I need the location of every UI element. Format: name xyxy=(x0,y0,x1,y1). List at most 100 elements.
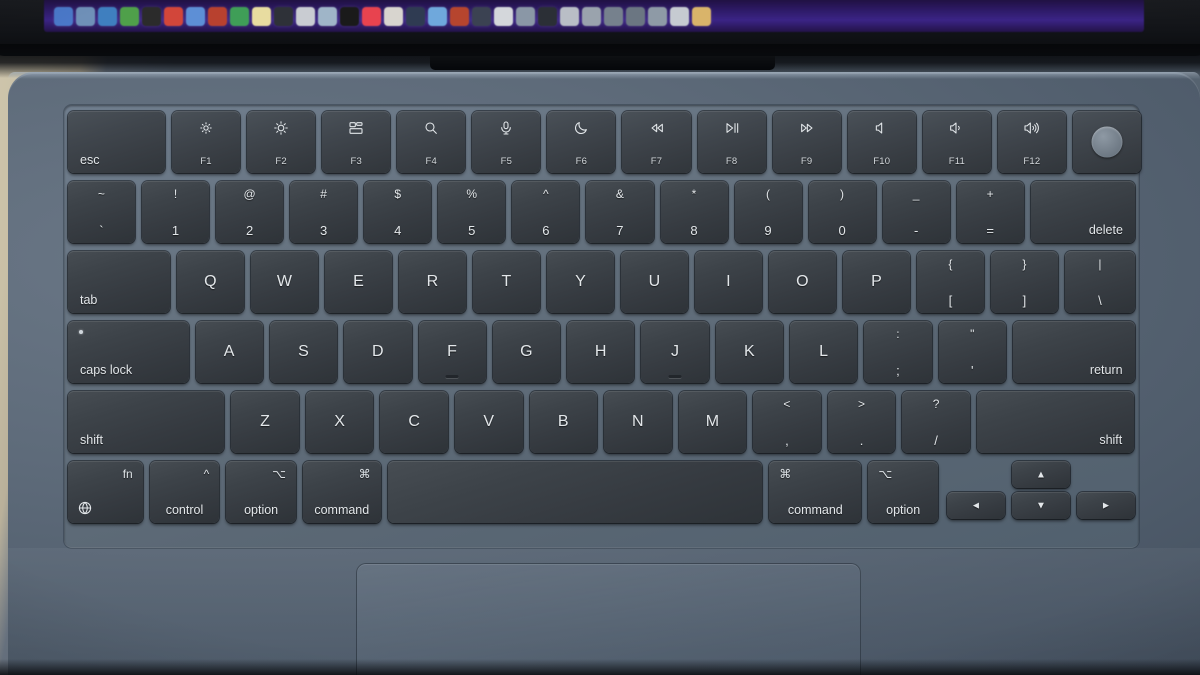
key-digit-6[interactable]: ^ 6 xyxy=(512,181,580,243)
key-digit-7[interactable]: & 7 xyxy=(586,181,654,243)
dock-icon-11[interactable] xyxy=(296,6,315,26)
key-comma-lessthan[interactable]: <, xyxy=(753,391,821,453)
key-f4[interactable]: F4 xyxy=(397,111,466,173)
key-key-e[interactable]: E xyxy=(325,251,392,313)
key-digit-8[interactable]: * 8 xyxy=(660,181,728,243)
key-key-v[interactable]: V xyxy=(455,391,523,453)
dock-icon-24[interactable] xyxy=(582,6,601,26)
key-option-right[interactable]: ⌥ option xyxy=(868,461,938,523)
key-bracket-left[interactable]: {[ xyxy=(917,251,984,313)
key-tilde-backtick[interactable]: ~ ` xyxy=(68,181,136,243)
dock-icon-3[interactable] xyxy=(120,6,139,26)
key-command-right[interactable]: ⌘ command xyxy=(769,461,862,523)
dock-icon-18[interactable] xyxy=(450,6,469,26)
key-digit-4[interactable]: $4 xyxy=(364,181,432,243)
dock-icon-8[interactable] xyxy=(230,6,249,26)
key-control[interactable]: ^ control xyxy=(149,461,220,523)
dock-icon-23[interactable] xyxy=(560,6,579,26)
key-key-m[interactable]: M xyxy=(678,391,747,453)
key-key-z[interactable]: Z xyxy=(231,391,299,453)
dock-icon-10[interactable] xyxy=(274,6,293,26)
dock-icon-4[interactable] xyxy=(142,6,161,26)
dock-icon-22[interactable] xyxy=(538,6,557,26)
key-f8[interactable]: F8 xyxy=(697,111,766,173)
key-quote-doublequote[interactable]: " ' xyxy=(938,321,1006,383)
key-key-k[interactable]: K xyxy=(715,321,784,383)
touch-id-sensor-icon[interactable] xyxy=(1091,126,1123,158)
key-key-s[interactable]: S xyxy=(269,321,338,383)
dock-icon-14[interactable] xyxy=(362,6,381,26)
key-f2[interactable]: F2 xyxy=(247,111,316,173)
key-key-o[interactable]: O xyxy=(769,251,836,313)
key-key-x[interactable]: X xyxy=(305,391,374,453)
dock-icon-9[interactable] xyxy=(252,6,271,26)
key-f3[interactable]: F3 xyxy=(322,111,391,173)
key-arrow-right[interactable]: ► xyxy=(1077,492,1135,519)
dock-icon-29[interactable] xyxy=(692,6,711,26)
key-caps-lock[interactable]: caps lock xyxy=(68,321,189,383)
dock-icon-5[interactable] xyxy=(164,6,183,26)
dock-icon-20[interactable] xyxy=(494,6,513,26)
key-key-j[interactable]: J xyxy=(641,321,709,383)
key-semicolon-colon[interactable]: :; xyxy=(864,321,932,383)
key-key-c[interactable]: C xyxy=(380,391,448,453)
key-arrow-up[interactable]: ▲ xyxy=(1012,461,1070,488)
key-fn-globe[interactable]: fn xyxy=(68,461,143,523)
key-f1[interactable]: F1 xyxy=(172,111,241,173)
key-key-f[interactable]: F xyxy=(418,321,486,383)
dock-icon-19[interactable] xyxy=(472,6,491,26)
key-key-p[interactable]: P xyxy=(843,251,910,313)
key-f10[interactable]: F10 xyxy=(847,111,916,173)
dock-icon-15[interactable] xyxy=(384,6,403,26)
dock-icon-0[interactable] xyxy=(54,6,73,26)
key-return[interactable]: return xyxy=(1013,321,1135,383)
key-command-left[interactable]: ⌘ command xyxy=(302,461,381,523)
key-key-q[interactable]: Q xyxy=(177,251,244,313)
dock-icon-21[interactable] xyxy=(516,6,535,26)
key-key-n[interactable]: N xyxy=(604,391,672,453)
key-key-g[interactable]: G xyxy=(492,321,561,383)
dock-icon-26[interactable] xyxy=(626,6,645,26)
dock-icon-17[interactable] xyxy=(428,6,447,26)
key-key-u[interactable]: U xyxy=(621,251,688,313)
key-key-r[interactable]: R xyxy=(399,251,466,313)
key-f9[interactable]: F9 xyxy=(772,111,841,173)
key-f11[interactable]: F11 xyxy=(922,111,991,173)
key-digit-9[interactable]: (9 xyxy=(734,181,802,243)
dock-icon-16[interactable] xyxy=(406,6,425,26)
dock-icon-25[interactable] xyxy=(604,6,623,26)
dock-icon-12[interactable] xyxy=(318,6,337,26)
key-f12[interactable]: F12 xyxy=(997,111,1066,173)
dock-icon-28[interactable] xyxy=(670,6,689,26)
key-digit-2[interactable]: @2 xyxy=(216,181,284,243)
key-arrow-left[interactable]: ◄ xyxy=(947,492,1005,519)
key-key-i[interactable]: I xyxy=(695,251,762,313)
key-key-b[interactable]: B xyxy=(529,391,598,453)
dock-icon-27[interactable] xyxy=(648,6,667,26)
key-minus-underscore[interactable]: _ - xyxy=(882,181,950,243)
key-slash-question[interactable]: ? / xyxy=(902,391,970,453)
key-key-h[interactable]: H xyxy=(567,321,635,383)
key-key-w[interactable]: W xyxy=(251,251,318,313)
dock-icon-1[interactable] xyxy=(76,6,95,26)
key-option-left[interactable]: ⌥ option xyxy=(226,461,296,523)
key-esc[interactable]: esc xyxy=(68,111,165,173)
key-digit-5[interactable]: % 5 xyxy=(438,181,506,243)
key-space[interactable] xyxy=(387,461,763,523)
dock-icon-2[interactable] xyxy=(98,6,117,26)
key-touch-id[interactable] xyxy=(1072,111,1142,173)
key-period-greaterthan[interactable]: >. xyxy=(827,391,896,453)
key-f7[interactable]: F7 xyxy=(622,111,691,173)
key-f5[interactable]: F5 xyxy=(472,111,541,173)
key-bracket-right[interactable]: }] xyxy=(991,251,1058,313)
key-equals-plus[interactable]: + = xyxy=(956,181,1024,243)
key-delete[interactable]: delete xyxy=(1030,181,1135,243)
dock-icon-7[interactable] xyxy=(208,6,227,26)
key-digit-1[interactable]: ! 1 xyxy=(142,181,210,243)
key-key-l[interactable]: L xyxy=(790,321,858,383)
key-shift-left[interactable]: shift xyxy=(68,391,225,453)
key-key-y[interactable]: Y xyxy=(547,251,614,313)
key-arrow-down[interactable]: ▼ xyxy=(1012,492,1070,519)
key-f6[interactable]: F6 xyxy=(547,111,616,173)
key-tab[interactable]: tab xyxy=(68,251,170,313)
